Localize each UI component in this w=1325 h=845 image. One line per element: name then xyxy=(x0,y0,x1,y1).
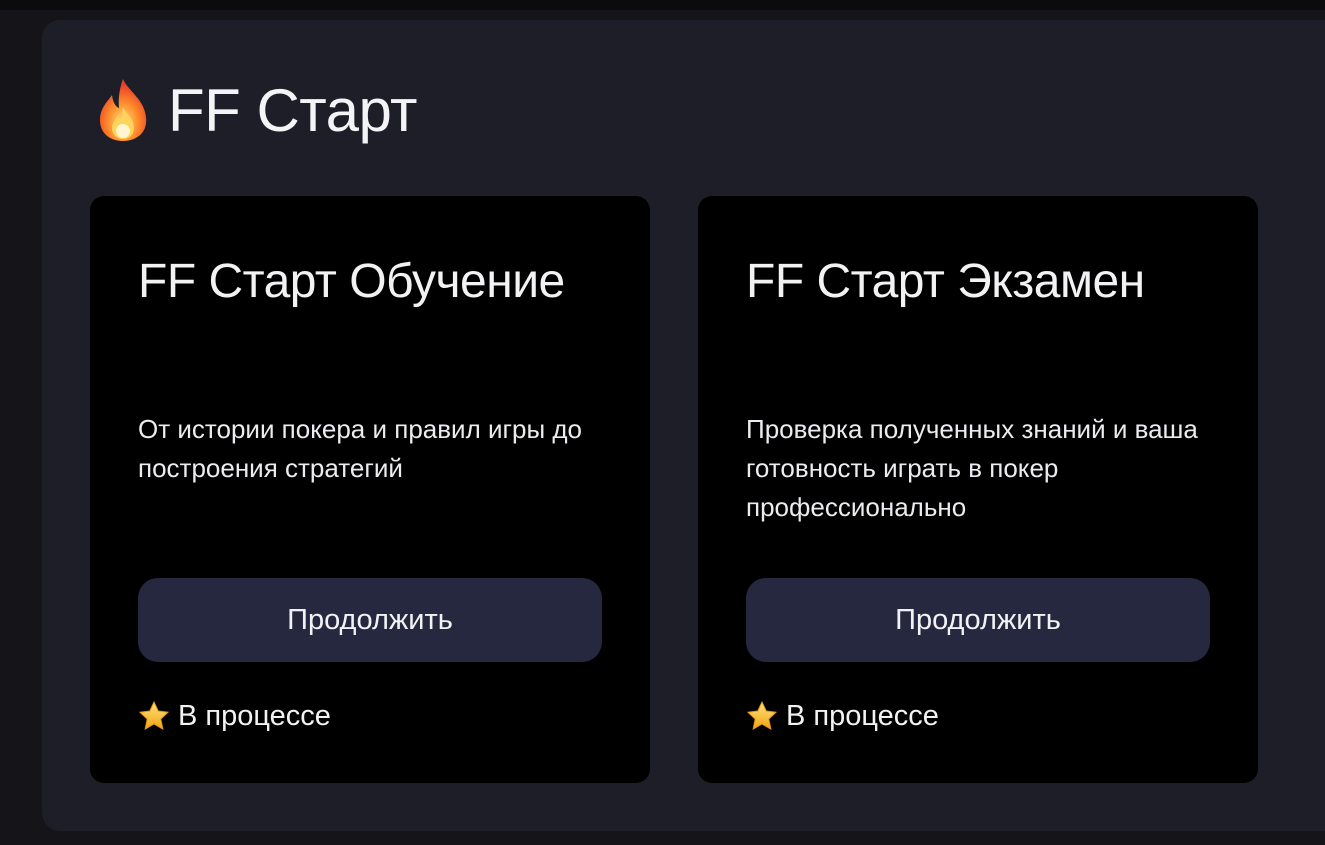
card-description: От истории покера и правил игры до постр… xyxy=(138,414,582,483)
section-header: FF Старт xyxy=(94,72,418,148)
course-card-training: FF Старт Обучение От истории покера и пр… xyxy=(90,196,650,783)
top-bar xyxy=(0,0,1325,10)
course-card-exam: FF Старт Экзамен Проверка полученных зна… xyxy=(698,196,1258,783)
status-badge: В процессе xyxy=(746,696,939,736)
card-title: FF Старт Обучение xyxy=(138,255,565,308)
status-text: В процессе xyxy=(786,699,939,732)
card-title: FF Старт Экзамен xyxy=(746,255,1145,308)
status-text: В процессе xyxy=(178,699,331,732)
status-badge: В процессе xyxy=(138,696,331,736)
section-title: FF Старт xyxy=(168,76,418,144)
continue-button[interactable]: Продолжить xyxy=(138,578,602,662)
star-icon xyxy=(746,700,778,732)
fire-icon xyxy=(94,77,152,143)
course-section: FF Старт FF Старт Обучение От истории по… xyxy=(42,20,1325,831)
continue-button[interactable]: Продолжить xyxy=(746,578,1210,662)
card-description: Проверка полученных знаний и ваша готовн… xyxy=(746,414,1198,522)
star-icon xyxy=(138,700,170,732)
